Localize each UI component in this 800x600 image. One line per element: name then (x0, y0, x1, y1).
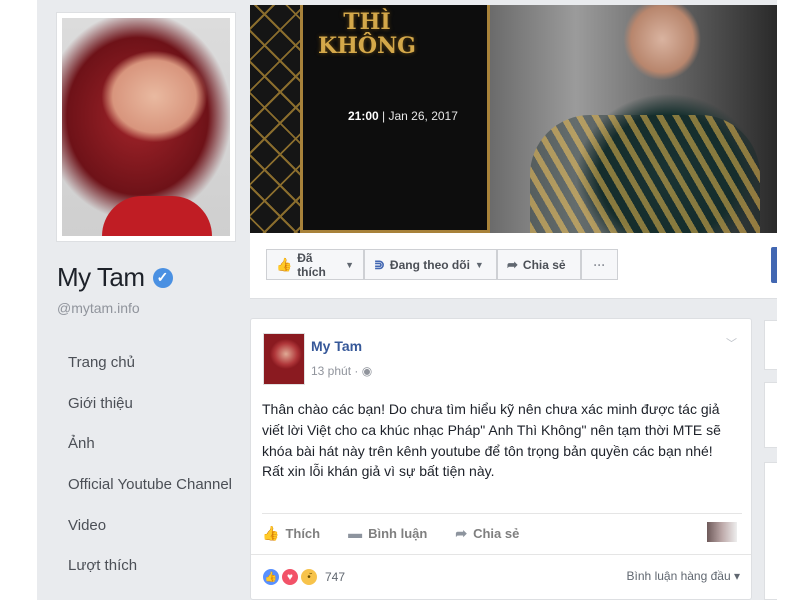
cover-date: | Jan 26, 2017 (382, 109, 458, 123)
nav-item-home[interactable]: Trang chủ (68, 343, 232, 384)
rss-icon: ⋑ (374, 256, 385, 272)
top-comments-dropdown[interactable]: Bình luận hàng đầu ▾ (627, 569, 740, 583)
right-column-card (764, 462, 777, 600)
nav-item-likes[interactable]: Lượt thích (68, 546, 232, 587)
cover-logo-line1: THÌ (343, 9, 391, 35)
profile-picture-detail (102, 196, 212, 236)
post-share-label: Chia sẻ (473, 525, 520, 541)
post-options-chevron-icon[interactable]: ﹀ (726, 335, 737, 351)
sad-reaction-icon: •̆ (300, 568, 318, 586)
left-nav: Trang chủ Giới thiệu Ảnh Official Youtub… (68, 343, 232, 587)
post-like-label: Thích (285, 525, 321, 541)
more-options-label: ··· (593, 257, 606, 272)
nav-item-youtube-channel[interactable]: Official Youtube Channel (68, 465, 232, 506)
post-author-name[interactable]: My Tam (311, 338, 362, 354)
caret-down-icon: ▼ (345, 259, 354, 270)
divider (262, 513, 742, 514)
thumbs-up-icon: 👍 (262, 524, 280, 541)
post-share-button[interactable]: ➦ Chia sẻ (455, 519, 519, 547)
page-name[interactable]: My Tam (57, 262, 145, 293)
nav-item-about[interactable]: Giới thiệu (68, 384, 232, 425)
post-card: My Tam 13 phút · ◉ ﹀ Thân chào các bạn! … (250, 318, 752, 600)
cover-time: 21:00 (348, 109, 379, 123)
page-container: My Tam ✓ @mytam.info Trang chủ Giới thiệ… (37, 0, 777, 600)
comment-icon: ▬ (348, 525, 363, 541)
page-action-bar: 👍 Đã thích ▼ ⋑ Đang theo dõi ▼ ➦ Chia sẻ… (250, 233, 777, 299)
post-comment-button[interactable]: ▬ Bình luận (348, 519, 427, 547)
globe-icon: ◉ (361, 364, 373, 378)
cover-artist-photo (490, 5, 777, 233)
divider (251, 554, 751, 555)
post-timestamp[interactable]: 13 phút · (311, 364, 358, 378)
more-options-button[interactable]: ··· (581, 249, 618, 280)
share-page-button[interactable]: ➦ Chia sẻ (497, 249, 581, 280)
post-body-text: Thân chào các bạn! Do chưa tìm hiểu kỹ n… (262, 401, 721, 480)
reaction-count: 747 (325, 570, 346, 584)
page-handle[interactable]: @mytam.info (57, 300, 140, 316)
cover-costume-pattern (530, 115, 760, 233)
right-column-card (764, 320, 777, 370)
commenter-avatar[interactable] (707, 522, 737, 542)
following-button[interactable]: ⋑ Đang theo dõi ▼ (364, 249, 497, 280)
cover-photo[interactable]: THÌ KHÔNG 21:00 | Jan 26, 2017 (250, 5, 777, 233)
nav-item-videos[interactable]: Video (68, 506, 232, 547)
caret-down-icon: ▼ (474, 259, 484, 270)
post-author-avatar[interactable] (263, 333, 305, 385)
post-like-button[interactable]: 👍 Thích (262, 519, 320, 547)
profile-picture-frame[interactable] (56, 12, 236, 242)
frame-margin (777, 0, 800, 600)
nav-item-photos[interactable]: Ảnh (68, 424, 232, 465)
cover-datetime: 21:00 | Jan 26, 2017 (348, 109, 458, 123)
cover-logo: THÌ KHÔNG (318, 9, 416, 60)
verified-badge-icon: ✓ (152, 267, 173, 288)
reactions-summary[interactable]: 👍 ♥ •̆ 747 (262, 568, 345, 586)
page-name-row: My Tam ✓ (57, 262, 173, 293)
like-reaction-icon: 👍 (262, 568, 280, 586)
liked-label: Đã thích (297, 250, 326, 279)
profile-picture[interactable] (62, 18, 230, 236)
thumbs-up-icon: 👍 (276, 256, 293, 272)
share-arrow-icon: ➦ (455, 524, 468, 541)
right-column-card (764, 382, 777, 448)
post-comment-label: Bình luận (368, 525, 428, 541)
love-reaction-icon: ♥ (281, 568, 299, 586)
liked-button[interactable]: 👍 Đã thích ▼ (266, 249, 364, 280)
cover-logo-line2: KHÔNG (318, 33, 416, 60)
share-arrow-icon: ➦ (507, 256, 518, 272)
post-meta: 13 phút · ◉ (311, 364, 372, 378)
share-page-label: Chia sẻ (522, 257, 566, 272)
following-label: Đang theo dõi (389, 257, 470, 272)
post-actions: 👍 Thích ▬ Bình luận ➦ Chia sẻ (262, 519, 547, 547)
